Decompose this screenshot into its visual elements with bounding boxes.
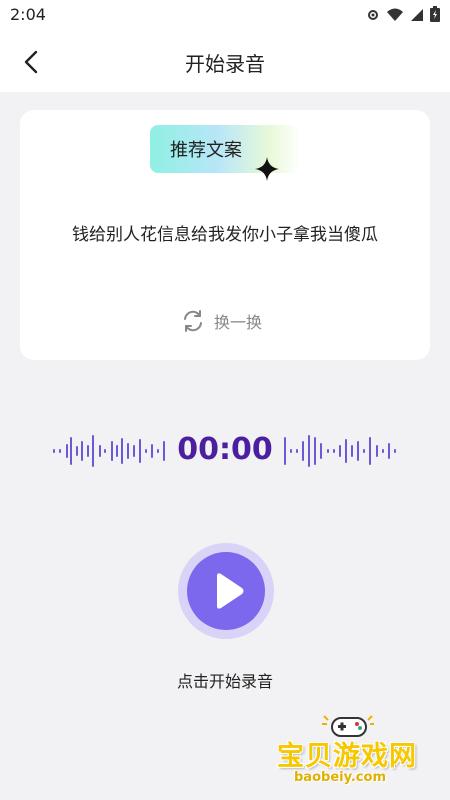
header: 开始录音 [0,32,450,92]
recommend-card: 推荐文案 钱给别人花信息给我发你小子拿我当傻瓜 换一换 [20,110,430,360]
sparkle-icon [255,157,279,181]
refresh-icon [184,310,202,332]
start-record-button-inner [187,552,265,630]
recommend-text: 钱给别人花信息给我发你小子拿我当傻瓜 [72,225,378,245]
watermark-url: baobeiy.com [294,770,386,785]
refresh-label: 换一换 [214,313,263,332]
status-icons [366,6,440,26]
waveform-right [284,435,396,467]
wifi-icon [386,7,404,26]
settings-icon [366,7,380,26]
status-time: 2:04 [10,5,46,24]
recommend-tag: 推荐文案 [150,125,300,181]
status-bar: 2:04 [0,0,450,32]
play-icon [217,573,244,609]
recommend-tag-label: 推荐文案 [170,140,242,161]
refresh-button[interactable]: 换一换 [180,308,262,334]
watermark-title: 宝贝游戏网 [277,741,417,772]
page-title: 开始录音 [185,52,265,76]
start-record-button[interactable] [178,543,274,639]
signal-icon [410,7,424,26]
start-record-label: 点击开始录音 [176,672,273,691]
battery-icon [430,6,440,26]
watermark-logo: 宝贝游戏网 baobeiy.com [272,712,432,794]
